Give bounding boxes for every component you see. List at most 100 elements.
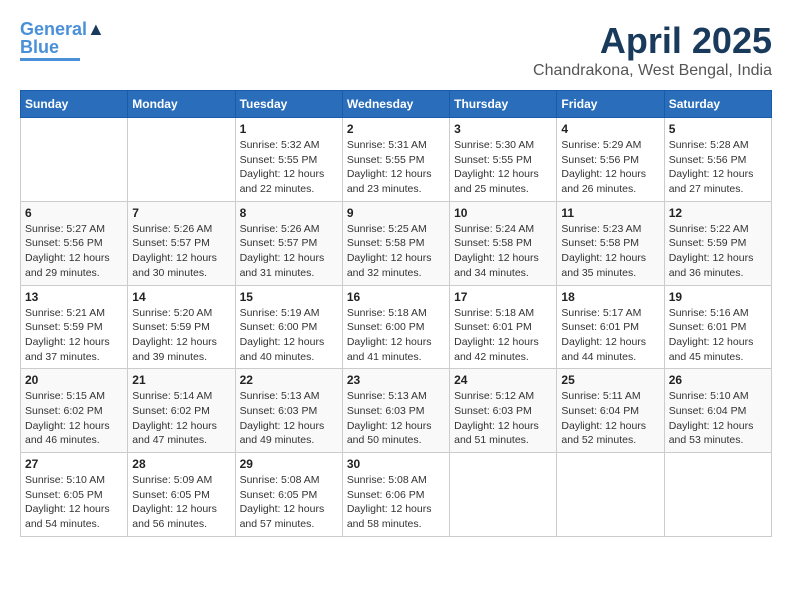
- calendar-cell: 1 Sunrise: 5:32 AMSunset: 5:55 PMDaylight…: [235, 118, 342, 202]
- day-info: Sunrise: 5:22 AMSunset: 5:59 PMDaylight:…: [669, 222, 767, 281]
- day-info: Sunrise: 5:26 AMSunset: 5:57 PMDaylight:…: [132, 222, 230, 281]
- calendar-cell: 5 Sunrise: 5:28 AMSunset: 5:56 PMDaylight…: [664, 118, 771, 202]
- day-number: 23: [347, 373, 445, 387]
- day-number: 30: [347, 457, 445, 471]
- day-number: 5: [669, 122, 767, 136]
- day-info: Sunrise: 5:10 AMSunset: 6:04 PMDaylight:…: [669, 389, 767, 448]
- day-number: 13: [25, 290, 123, 304]
- day-info: Sunrise: 5:20 AMSunset: 5:59 PMDaylight:…: [132, 306, 230, 365]
- day-number: 18: [561, 290, 659, 304]
- calendar-week-row: 20Sunrise: 5:15 AMSunset: 6:02 PMDayligh…: [21, 369, 772, 453]
- calendar-cell: 2Sunrise: 5:31 AMSunset: 5:55 PMDaylight…: [342, 118, 449, 202]
- day-number: 17: [454, 290, 552, 304]
- calendar-week-row: 27 Sunrise: 5:10 AMSunset: 6:05 PMDayligh…: [21, 453, 772, 537]
- day-number: 16: [347, 290, 445, 304]
- weekday-header-wednesday: Wednesday: [342, 91, 449, 118]
- month-title: April 2025: [533, 20, 772, 62]
- calendar-week-row: 13 Sunrise: 5:21 AMSunset: 5:59 PMDayligh…: [21, 285, 772, 369]
- title-area: April 2025 Chandrakona, West Bengal, Ind…: [533, 20, 772, 80]
- day-info: Sunrise: 5:32 AMSunset: 5:55 PMDaylight:…: [240, 138, 338, 197]
- day-info: Sunrise: 5:11 AMSunset: 6:04 PMDaylight:…: [561, 389, 659, 448]
- calendar-cell: 6Sunrise: 5:27 AMSunset: 5:56 PMDaylight…: [21, 201, 128, 285]
- day-info: Sunrise: 5:09 AMSunset: 6:05 PMDaylight:…: [132, 473, 230, 532]
- weekday-header-sunday: Sunday: [21, 91, 128, 118]
- calendar-cell: 7 Sunrise: 5:26 AMSunset: 5:57 PMDaylight…: [128, 201, 235, 285]
- day-info: Sunrise: 5:15 AMSunset: 6:02 PMDaylight:…: [25, 389, 123, 448]
- day-info: Sunrise: 5:08 AMSunset: 6:05 PMDaylight:…: [240, 473, 338, 532]
- day-info: Sunrise: 5:26 AMSunset: 5:57 PMDaylight:…: [240, 222, 338, 281]
- day-info: Sunrise: 5:23 AMSunset: 5:58 PMDaylight:…: [561, 222, 659, 281]
- weekday-header-saturday: Saturday: [664, 91, 771, 118]
- logo-general: General: [20, 19, 87, 39]
- calendar-cell: [557, 453, 664, 537]
- day-info: Sunrise: 5:17 AMSunset: 6:01 PMDaylight:…: [561, 306, 659, 365]
- calendar-cell: [21, 118, 128, 202]
- day-info: Sunrise: 5:24 AMSunset: 5:58 PMDaylight:…: [454, 222, 552, 281]
- calendar-cell: 11 Sunrise: 5:23 AMSunset: 5:58 PMDayligh…: [557, 201, 664, 285]
- calendar-cell: 27 Sunrise: 5:10 AMSunset: 6:05 PMDayligh…: [21, 453, 128, 537]
- logo-text: General▲: [20, 20, 105, 38]
- day-info: Sunrise: 5:14 AMSunset: 6:02 PMDaylight:…: [132, 389, 230, 448]
- day-number: 10: [454, 206, 552, 220]
- day-number: 7: [132, 206, 230, 220]
- weekday-header-thursday: Thursday: [450, 91, 557, 118]
- logo: General▲ Blue: [20, 20, 105, 61]
- day-number: 24: [454, 373, 552, 387]
- day-number: 14: [132, 290, 230, 304]
- calendar-cell: 13 Sunrise: 5:21 AMSunset: 5:59 PMDayligh…: [21, 285, 128, 369]
- day-info: Sunrise: 5:18 AMSunset: 6:00 PMDaylight:…: [347, 306, 445, 365]
- day-number: 28: [132, 457, 230, 471]
- day-number: 15: [240, 290, 338, 304]
- calendar-cell: 28 Sunrise: 5:09 AMSunset: 6:05 PMDayligh…: [128, 453, 235, 537]
- day-number: 19: [669, 290, 767, 304]
- calendar-cell: 29Sunrise: 5:08 AMSunset: 6:05 PMDayligh…: [235, 453, 342, 537]
- day-info: Sunrise: 5:28 AMSunset: 5:56 PMDaylight:…: [669, 138, 767, 197]
- day-number: 9: [347, 206, 445, 220]
- calendar-cell: 25 Sunrise: 5:11 AMSunset: 6:04 PMDayligh…: [557, 369, 664, 453]
- day-info: Sunrise: 5:12 AMSunset: 6:03 PMDaylight:…: [454, 389, 552, 448]
- calendar-cell: 10 Sunrise: 5:24 AMSunset: 5:58 PMDayligh…: [450, 201, 557, 285]
- day-number: 11: [561, 206, 659, 220]
- calendar-cell: 17Sunrise: 5:18 AMSunset: 6:01 PMDayligh…: [450, 285, 557, 369]
- calendar-cell: 8 Sunrise: 5:26 AMSunset: 5:57 PMDaylight…: [235, 201, 342, 285]
- weekday-header-row: SundayMondayTuesdayWednesdayThursdayFrid…: [21, 91, 772, 118]
- calendar-cell: 16 Sunrise: 5:18 AMSunset: 6:00 PMDayligh…: [342, 285, 449, 369]
- day-number: 4: [561, 122, 659, 136]
- day-number: 26: [669, 373, 767, 387]
- day-info: Sunrise: 5:19 AMSunset: 6:00 PMDaylight:…: [240, 306, 338, 365]
- calendar-week-row: 1 Sunrise: 5:32 AMSunset: 5:55 PMDaylight…: [21, 118, 772, 202]
- logo-underline: [20, 58, 80, 61]
- weekday-header-friday: Friday: [557, 91, 664, 118]
- day-number: 8: [240, 206, 338, 220]
- calendar-cell: 20Sunrise: 5:15 AMSunset: 6:02 PMDayligh…: [21, 369, 128, 453]
- day-number: 3: [454, 122, 552, 136]
- calendar-cell: 26 Sunrise: 5:10 AMSunset: 6:04 PMDayligh…: [664, 369, 771, 453]
- day-info: Sunrise: 5:29 AMSunset: 5:56 PMDaylight:…: [561, 138, 659, 197]
- weekday-header-tuesday: Tuesday: [235, 91, 342, 118]
- location-subtitle: Chandrakona, West Bengal, India: [533, 62, 772, 80]
- day-number: 27: [25, 457, 123, 471]
- weekday-header-monday: Monday: [128, 91, 235, 118]
- day-number: 1: [240, 122, 338, 136]
- calendar-cell: [128, 118, 235, 202]
- calendar-cell: 24 Sunrise: 5:12 AMSunset: 6:03 PMDayligh…: [450, 369, 557, 453]
- header: General▲ Blue April 2025 Chandrakona, We…: [20, 20, 772, 80]
- calendar-cell: 30Sunrise: 5:08 AMSunset: 6:06 PMDayligh…: [342, 453, 449, 537]
- day-number: 22: [240, 373, 338, 387]
- day-info: Sunrise: 5:21 AMSunset: 5:59 PMDaylight:…: [25, 306, 123, 365]
- day-number: 21: [132, 373, 230, 387]
- day-info: Sunrise: 5:27 AMSunset: 5:56 PMDaylight:…: [25, 222, 123, 281]
- calendar-cell: 4 Sunrise: 5:29 AMSunset: 5:56 PMDaylight…: [557, 118, 664, 202]
- day-number: 25: [561, 373, 659, 387]
- calendar-cell: 19Sunrise: 5:16 AMSunset: 6:01 PMDayligh…: [664, 285, 771, 369]
- day-info: Sunrise: 5:30 AMSunset: 5:55 PMDaylight:…: [454, 138, 552, 197]
- calendar-cell: [450, 453, 557, 537]
- day-number: 12: [669, 206, 767, 220]
- logo-blue: Blue: [20, 38, 59, 56]
- calendar-cell: [664, 453, 771, 537]
- calendar-cell: 12 Sunrise: 5:22 AMSunset: 5:59 PMDayligh…: [664, 201, 771, 285]
- day-info: Sunrise: 5:10 AMSunset: 6:05 PMDaylight:…: [25, 473, 123, 532]
- day-number: 2: [347, 122, 445, 136]
- calendar-cell: 3 Sunrise: 5:30 AMSunset: 5:55 PMDaylight…: [450, 118, 557, 202]
- calendar-cell: 21 Sunrise: 5:14 AMSunset: 6:02 PMDayligh…: [128, 369, 235, 453]
